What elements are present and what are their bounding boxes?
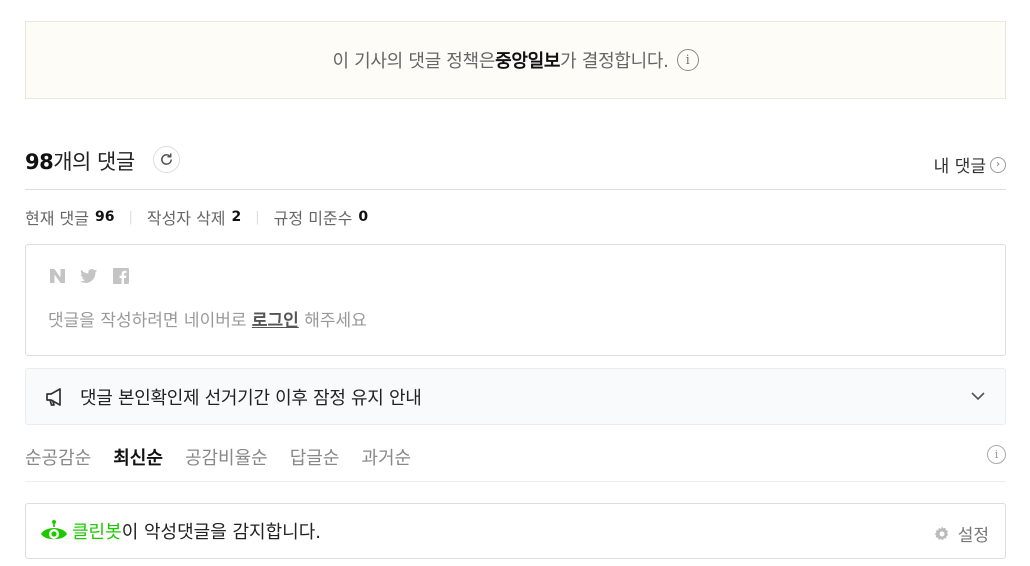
- policy-prefix: 이 기사의 댓글 정책은: [332, 51, 496, 72]
- comment-stats: 현재 댓글 96 | 작성자 삭제 2 | 규정 미준수 0: [25, 205, 368, 229]
- cleanbot-name[interactable]: 클린봇: [72, 522, 122, 543]
- naver-icon[interactable]: [48, 267, 66, 285]
- settings-label: 설정: [957, 526, 989, 546]
- login-link[interactable]: 로그인: [252, 311, 299, 331]
- stat-violation-label: 규정 미준수: [273, 209, 353, 228]
- stat-violation-value: 0: [358, 209, 369, 225]
- my-comments-link[interactable]: 내 댓글 ›: [934, 152, 1006, 177]
- cleanbot-text: 이 악성댓글을 감지합니다.: [121, 522, 322, 543]
- comment-count-label: 개의 댓글: [53, 150, 135, 174]
- info-icon[interactable]: i: [987, 445, 1006, 464]
- comment-count: 98: [25, 150, 54, 174]
- notice-accordion[interactable]: 댓글 본인확인제 선거기간 이후 잠정 유지 안내: [25, 368, 1006, 425]
- login-prefix: 댓글을 작성하려면 네이버로: [48, 311, 252, 331]
- comments-header: 98개의 댓글 내 댓글 ›: [25, 140, 1006, 190]
- facebook-icon[interactable]: [112, 267, 130, 285]
- login-suffix: 해주세요: [298, 311, 367, 331]
- comment-count-title: 98개의 댓글: [25, 146, 135, 176]
- stat-divider: |: [255, 209, 260, 225]
- sort-tab-likes[interactable]: 순공감순: [25, 444, 91, 470]
- sort-tab-replies[interactable]: 답글순: [290, 444, 340, 470]
- sort-tabs: 순공감순 최신순 공감비율순 답글순 과거순: [25, 440, 1006, 470]
- refresh-icon: [161, 153, 172, 165]
- policy-suffix: 가 결정합니다.: [560, 51, 669, 72]
- stat-divider: |: [128, 209, 133, 225]
- comment-policy-banner: 이 기사의 댓글 정책은 중앙일보 가 결정합니다. i: [25, 21, 1006, 99]
- cleanbot-banner: 클린봇이 악성댓글을 감지합니다. 설정: [25, 503, 1006, 559]
- info-icon[interactable]: i: [676, 49, 699, 71]
- cleanbot-icon: [41, 520, 67, 540]
- sort-tab-latest[interactable]: 최신순: [113, 444, 163, 470]
- chevron-right-icon: ›: [990, 156, 1006, 173]
- sns-login-icons: [48, 267, 130, 285]
- my-comments-label: 내 댓글: [933, 157, 986, 177]
- gear-icon: [934, 526, 949, 540]
- sort-bar: 순공감순 최신순 공감비율순 답글순 과거순 i: [25, 440, 1006, 482]
- cleanbot-settings-button[interactable]: 설정: [934, 521, 989, 546]
- policy-publisher: 중앙일보: [495, 51, 561, 72]
- login-prompt: 댓글을 작성하려면 네이버로 로그인 해주세요: [48, 306, 367, 331]
- stat-deleted-value: 2: [231, 209, 242, 225]
- stat-current-label: 현재 댓글: [25, 209, 89, 228]
- notice-text: 댓글 본인확인제 선거기간 이후 잠정 유지 안내: [80, 387, 422, 409]
- cleanbot-message: 클린봇이 악성댓글을 감지합니다.: [72, 518, 321, 544]
- stat-current-value: 96: [94, 209, 115, 225]
- twitter-icon[interactable]: [80, 267, 98, 285]
- sort-tab-oldest[interactable]: 과거순: [361, 444, 411, 470]
- megaphone-icon: [46, 387, 61, 406]
- stat-deleted-label: 작성자 삭제: [146, 209, 226, 228]
- chevron-down-icon[interactable]: [969, 387, 987, 405]
- comment-input-box[interactable]: 댓글을 작성하려면 네이버로 로그인 해주세요: [25, 244, 1006, 356]
- sort-tab-ratio[interactable]: 공감비율순: [185, 444, 268, 470]
- refresh-button[interactable]: [153, 146, 180, 173]
